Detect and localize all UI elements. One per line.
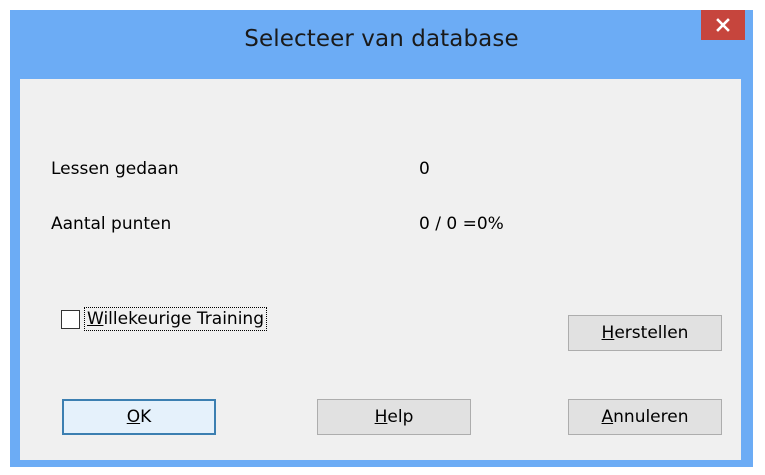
- ok-button[interactable]: OK: [62, 399, 216, 435]
- random-training-option[interactable]: Willekeurige Training: [61, 307, 267, 331]
- points-label: Aantal punten: [51, 214, 172, 234]
- dialog-title: Selecteer van database: [244, 26, 519, 52]
- close-icon: [716, 18, 730, 32]
- close-button[interactable]: [701, 10, 745, 40]
- lessons-done-value: 0: [419, 159, 430, 179]
- help-button[interactable]: Help: [317, 399, 471, 435]
- random-training-label[interactable]: Willekeurige Training: [84, 307, 267, 331]
- dialog-window: Selecteer van database Lessen gedaan 0 A…: [10, 10, 753, 467]
- dialog-client-area: Lessen gedaan 0 Aantal punten 0 / 0 =0% …: [20, 79, 741, 460]
- points-value: 0 / 0 =0%: [419, 214, 504, 234]
- lessons-done-label: Lessen gedaan: [51, 159, 179, 179]
- title-bar[interactable]: Selecteer van database: [10, 10, 753, 78]
- reset-button[interactable]: Herstellen: [568, 315, 722, 351]
- random-training-checkbox[interactable]: [61, 309, 80, 329]
- cancel-button[interactable]: Annuleren: [568, 399, 722, 435]
